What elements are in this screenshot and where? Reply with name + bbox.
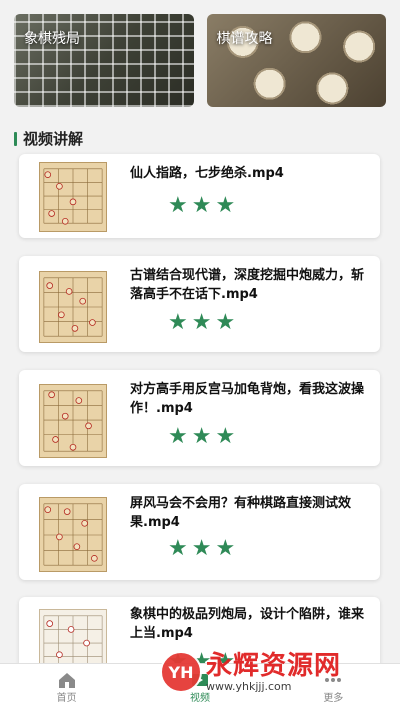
tab-home[interactable]: 首页	[57, 671, 77, 704]
home-icon	[58, 673, 75, 688]
watermark-url: www.yhkjjj.com	[206, 679, 292, 693]
board-thumbnail	[39, 162, 107, 232]
video-card[interactable]: 仙人指路，七步绝杀.mp4 ★ ★ ★	[19, 154, 380, 238]
banner-row: 象棋残局 棋谱攻略	[14, 14, 386, 107]
video-title: 对方高手用反宫马加龟背炮，看我这波操作！.mp4	[130, 382, 365, 416]
star-icon: ★	[191, 193, 212, 218]
video-card[interactable]: 屏风马会不会用？有种棋路直接测试效果.mp4 ★ ★ ★	[19, 484, 380, 580]
watermark-title: 永辉资源网	[206, 650, 342, 681]
banner-strategy[interactable]: 棋谱攻略	[206, 14, 386, 107]
rating-stars: ★ ★ ★	[168, 426, 235, 448]
watermark-logo: YH	[160, 651, 202, 693]
star-icon: ★	[168, 536, 188, 561]
star-icon: ★	[215, 424, 236, 449]
board-thumbnail	[39, 497, 107, 572]
board-thumbnail	[39, 384, 107, 458]
section-title: 视频讲解	[23, 130, 84, 148]
video-title: 屏风马会不会用？有种棋路直接测试效果.mp4	[130, 496, 352, 530]
star-icon: ★	[191, 424, 212, 449]
rating-stars: ★ ★ ★	[168, 195, 235, 217]
star-icon: ★	[215, 310, 236, 335]
board-thumbnail	[39, 271, 107, 343]
star-icon: ★	[215, 536, 236, 561]
banner-endgame[interactable]: 象棋残局	[14, 14, 194, 107]
video-title: 仙人指路，七步绝杀.mp4	[130, 166, 284, 181]
rating-stars: ★ ★ ★	[168, 312, 235, 334]
video-title: 象棋中的极品列炮局，设计个陷阱，谁来上当.mp4	[130, 607, 365, 641]
watermark: YH 永辉资源网 www.yhkjjj.com	[160, 651, 341, 693]
tab-label: 首页	[56, 693, 77, 704]
star-icon: ★	[168, 310, 188, 335]
video-card[interactable]: 古谱结合现代谱，深度挖掘中炮威力，斩落高手不在话下.mp4 ★ ★ ★	[19, 256, 380, 352]
star-icon: ★	[191, 310, 212, 335]
section-accent-bar	[14, 131, 17, 146]
star-icon: ★	[168, 424, 188, 449]
banner-title: 象棋残局	[24, 31, 80, 47]
banner-title: 棋谱攻略	[216, 31, 273, 47]
section-header: 视频讲解	[14, 128, 83, 149]
star-icon: ★	[168, 193, 188, 218]
video-card[interactable]: 对方高手用反宫马加龟背炮，看我这波操作！.mp4 ★ ★ ★	[19, 370, 380, 466]
video-title: 古谱结合现代谱，深度挖掘中炮威力，斩落高手不在话下.mp4	[130, 268, 365, 302]
star-icon: ★	[191, 536, 212, 561]
rating-stars: ★ ★ ★	[168, 538, 235, 560]
star-icon: ★	[215, 193, 236, 218]
